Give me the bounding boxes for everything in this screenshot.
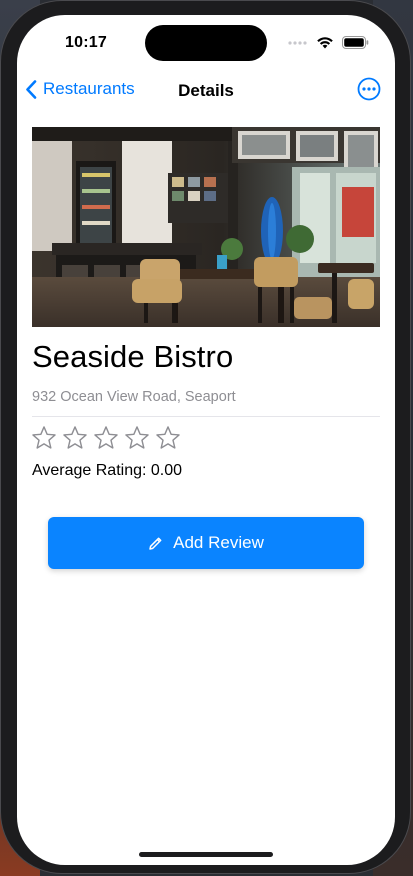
restaurant-name: Seaside Bistro [32, 339, 234, 374]
status-time: 10:17 [65, 34, 107, 51]
star-rating [31, 425, 181, 451]
pencil-icon [149, 537, 162, 550]
star-outline-icon[interactable] [93, 425, 119, 451]
restaurant-interior-image [32, 127, 380, 327]
star-outline-icon[interactable] [155, 425, 181, 451]
add-review-button[interactable]: Add Review [48, 517, 364, 569]
wifi-icon [317, 37, 333, 49]
star-outline-icon[interactable] [62, 425, 88, 451]
star-outline-icon[interactable] [124, 425, 150, 451]
add-review-label: Add Review [173, 533, 264, 552]
divider [32, 416, 380, 417]
restaurant-address: 932 Ocean View Road, Seaport [32, 389, 236, 405]
average-rating: Average Rating: 0.00 [32, 462, 183, 479]
navigation-bar: Restaurants Details [17, 73, 395, 107]
restaurant-photo [32, 127, 380, 327]
home-indicator [139, 852, 273, 857]
battery-icon [342, 36, 369, 49]
ellipsis-circle-icon[interactable] [357, 77, 381, 101]
screen: 10:17 Restaurants Details Seaside Bistro… [17, 15, 395, 865]
phone-frame: 10:17 Restaurants Details Seaside Bistro… [0, 0, 411, 874]
status-icons [288, 36, 369, 49]
dynamic-island [145, 25, 267, 61]
signal-icon [288, 40, 307, 45]
star-outline-icon[interactable] [31, 425, 57, 451]
page-title: Details [178, 81, 234, 100]
